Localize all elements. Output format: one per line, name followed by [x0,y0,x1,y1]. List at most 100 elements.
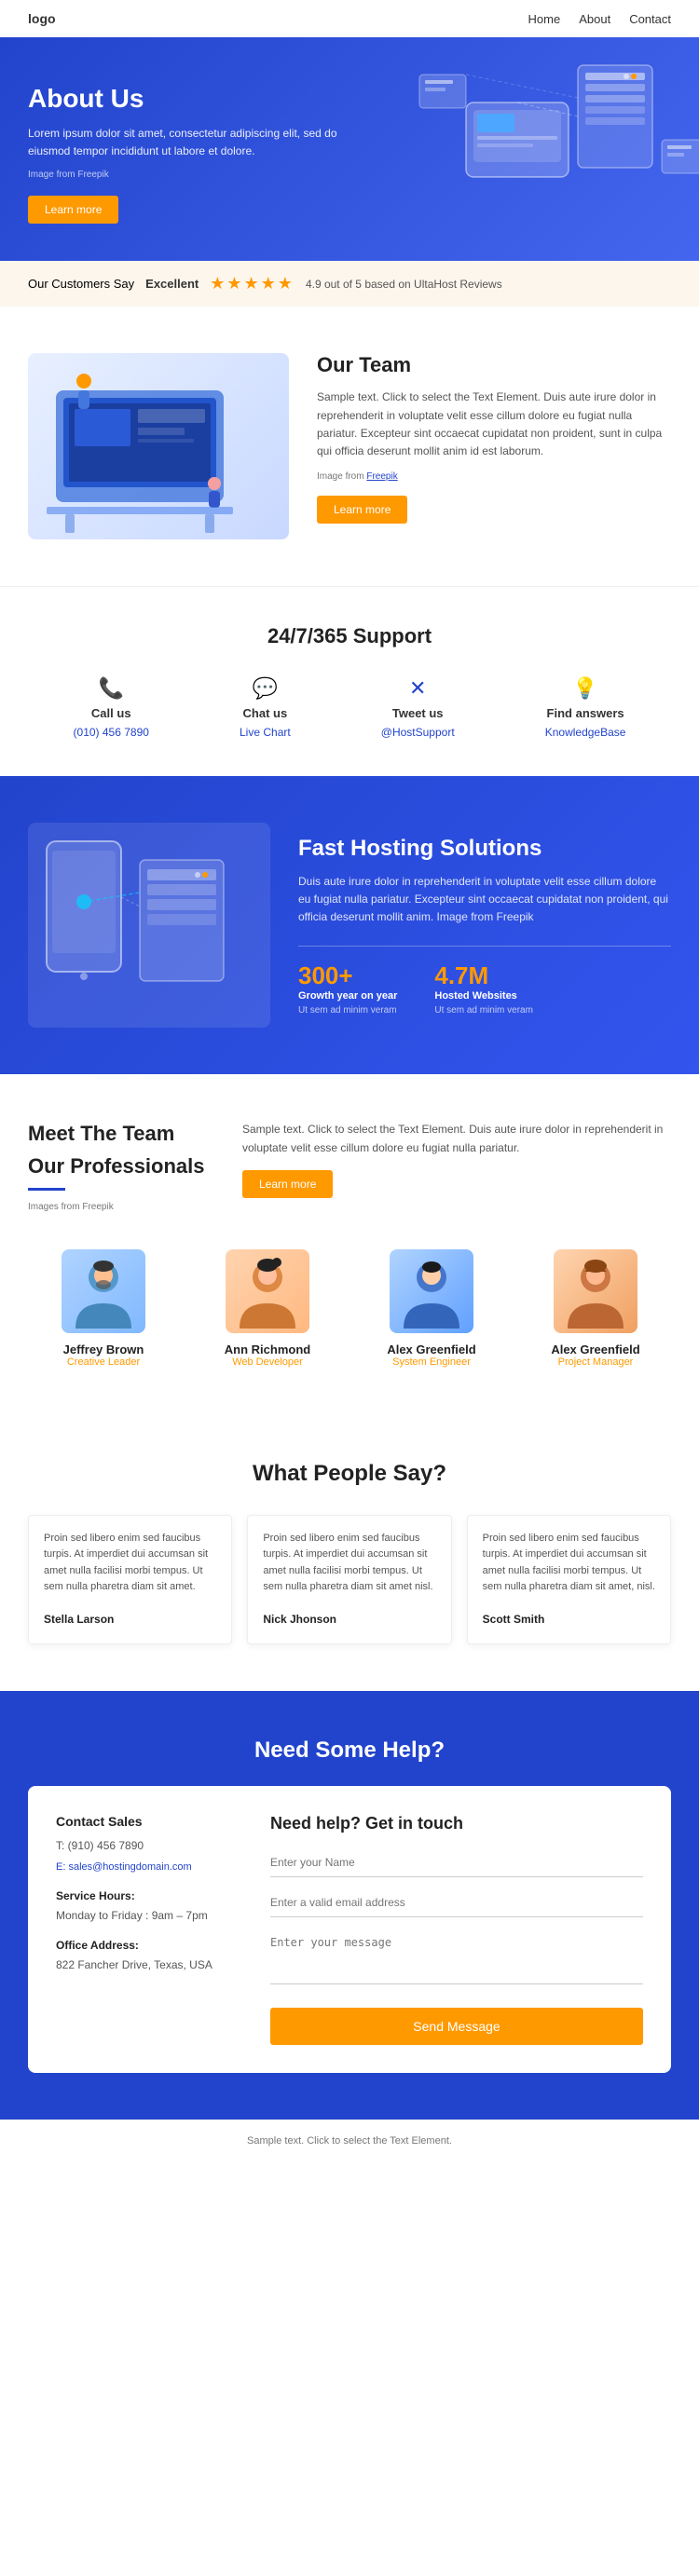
chat-subtitle: Live Chart [240,726,291,739]
tweet-subtitle: @HostSupport [381,726,455,739]
ann-name: Ann Richmond [193,1343,342,1356]
team-title: Our Team [317,353,671,377]
find-subtitle: KnowledgeBase [545,726,626,739]
contact-message-input[interactable] [270,1929,643,1984]
nav-home[interactable]: Home [528,12,561,26]
alex2-name: Alex Greenfield [521,1343,670,1356]
support-items: 📞 Call us (010) 456 7890 💬 Chat us Live … [28,676,671,739]
contact-email: E: sales@hostingdomain.com [56,1857,242,1877]
chat-title: Chat us [243,706,288,720]
team-image [28,353,289,539]
testimonial-text-2: Proin sed libero enim sed faucibus turpi… [483,1531,655,1596]
nav-about[interactable]: About [579,12,610,26]
hosting-content: Fast Hosting Solutions Duis aute irure d… [298,836,671,1015]
alex1-role: System Engineer [357,1356,506,1368]
jeffrey-avatar [62,1249,145,1333]
rating-stars: ★★★★★ [210,274,295,293]
tweet-title: Tweet us [392,706,444,720]
hosting-stats: 300+ Growth year on year Ut sem ad minim… [298,946,671,1015]
contact-inner: Contact Sales T: (910) 456 7890 E: sales… [28,1786,671,2073]
stat-growth-label: Growth year on year [298,990,397,1002]
meet-right: Sample text. Click to select the Text El… [242,1121,671,1211]
find-title: Find answers [547,706,624,720]
meet-title-line2: Our Professionals [28,1153,214,1180]
testimonial-text-0: Proin sed libero enim sed faucibus turpi… [44,1531,216,1596]
member-jeffrey: Jeffrey Brown Creative Leader [29,1249,178,1368]
contact-email-link[interactable]: E: sales@hostingdomain.com [56,1861,192,1873]
team-members: Jeffrey Brown Creative Leader Ann Richmo… [28,1249,671,1368]
support-item-tweet: ✕ Tweet us @HostSupport [381,676,455,739]
alex2-role: Project Manager [521,1356,670,1368]
reviewer-2: Scott Smith [483,1611,655,1629]
testimonial-text-1: Proin sed libero enim sed faucibus turpi… [263,1531,435,1596]
meet-team-section: Meet The Team Our Professionals Images f… [0,1074,699,1413]
freepik-link[interactable]: Freepik [366,471,397,482]
stat-growth: 300+ Growth year on year Ut sem ad minim… [298,961,397,1015]
hosting-description: Duis aute irure dolor in reprehenderit i… [298,873,671,927]
testimonial-card-1: Proin sed libero enim sed faucibus turpi… [247,1515,451,1645]
contact-form-title: Need help? Get in touch [270,1814,643,1833]
twitter-icon: ✕ [409,676,426,701]
support-item-call: 📞 Call us (010) 456 7890 [74,676,149,739]
contact-hours-label: Service Hours: [56,1887,242,1907]
ann-role: Web Developer [193,1356,342,1368]
contact-name-input[interactable] [270,1848,643,1877]
hosting-section: Fast Hosting Solutions Duis aute irure d… [0,776,699,1074]
hero-title: About Us [28,84,382,114]
nav-links: Home About Contact [528,12,671,26]
hero-learn-more-button[interactable]: Learn more [28,196,118,224]
testimonials-section: What People Say? Proin sed libero enim s… [0,1414,699,1692]
team-description: Sample text. Click to select the Text El… [317,388,671,460]
hero-image-credit: Image from Freepik [28,168,382,183]
phone-icon: 📞 [99,676,124,701]
hosting-image [28,823,270,1028]
meet-description: Sample text. Click to select the Text El… [242,1121,671,1156]
call-title: Call us [91,706,131,720]
alex1-avatar [390,1249,473,1333]
team-learn-more-button[interactable]: Learn more [317,496,407,524]
stat-hosted: 4.7M Hosted Websites Ut sem ad minim ver… [434,961,533,1015]
navigation: logo Home About Contact [0,0,699,37]
hosting-title: Fast Hosting Solutions [298,836,671,862]
meet-learn-more-button[interactable]: Learn more [242,1170,333,1198]
our-team-section: Our Team Sample text. Click to select th… [0,307,699,586]
stat-growth-value: 300+ [298,961,397,990]
ann-avatar [226,1249,309,1333]
member-ann: Ann Richmond Web Developer [193,1249,342,1368]
hero-content: About Us Lorem ipsum dolor sit amet, con… [28,84,382,224]
rating-excellent: Excellent [145,277,199,291]
footer-text: Sample text. Click to select the Text El… [28,2135,671,2147]
reviewer-1: Nick Jhonson [263,1611,435,1629]
support-item-find: 💡 Find answers KnowledgeBase [545,676,626,739]
contact-section: Need Some Help? Contact Sales T: (910) 4… [0,1691,699,2119]
contact-send-button[interactable]: Send Message [270,2008,643,2045]
chat-icon: 💬 [253,676,278,701]
hero-section: About Us Lorem ipsum dolor sit amet, con… [0,37,699,261]
member-alex2: Alex Greenfield Project Manager [521,1249,670,1368]
alex1-name: Alex Greenfield [357,1343,506,1356]
contact-title: Need Some Help? [28,1738,671,1764]
lightbulb-icon: 💡 [572,676,597,701]
contact-info: Contact Sales T: (910) 456 7890 E: sales… [56,1814,242,2045]
title-underline [28,1188,65,1191]
jeffrey-name: Jeffrey Brown [29,1343,178,1356]
support-title: 24/7/365 Support [28,624,671,648]
stat-hosted-value: 4.7M [434,961,533,990]
stat-hosted-sub: Ut sem ad minim veram [434,1005,533,1015]
team-image-credit: Image from Freepik [317,470,671,484]
contact-hours: Monday to Friday : 9am – 7pm [56,1906,242,1927]
contact-address-label: Office Address: [56,1936,242,1956]
nav-contact[interactable]: Contact [629,12,671,26]
team-content: Our Team Sample text. Click to select th… [317,353,671,524]
rating-score: 4.9 out of 5 based on UltaHost Reviews [306,278,502,291]
logo: logo [28,11,56,26]
contact-form: Need help? Get in touch Send Message [270,1814,643,2045]
meet-title-line1: Meet The Team [28,1121,214,1148]
meet-left: Meet The Team Our Professionals Images f… [28,1121,214,1211]
contact-email-input[interactable] [270,1888,643,1917]
testimonial-card-2: Proin sed libero enim sed faucibus turpi… [467,1515,671,1645]
stat-growth-sub: Ut sem ad minim veram [298,1005,397,1015]
rating-prefix: Our Customers Say [28,277,134,291]
testimonial-card-0: Proin sed libero enim sed faucibus turpi… [28,1515,232,1645]
meet-team-top: Meet The Team Our Professionals Images f… [28,1121,671,1211]
